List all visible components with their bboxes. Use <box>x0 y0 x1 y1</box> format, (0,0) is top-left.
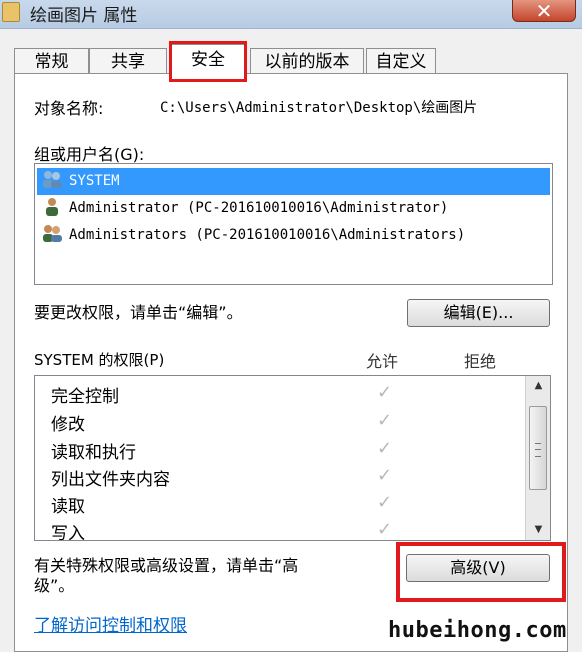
user-row-administrators[interactable]: Administrators (PC-201610010016\Administ… <box>37 222 550 249</box>
edit-button[interactable]: 编辑(E)... <box>407 299 550 327</box>
permissions-label: SYSTEM 的权限(P) <box>34 351 165 369</box>
user-name: SYSTEM <box>69 173 120 189</box>
perm-name: 修改 <box>51 415 85 435</box>
allow-check-icon: ✓ <box>377 519 393 540</box>
allow-check-icon: ✓ <box>377 492 393 513</box>
allow-check-icon: ✓ <box>377 438 393 459</box>
watermark: hubeihong.com <box>388 618 567 643</box>
user-row-system[interactable]: SYSTEM <box>37 168 550 195</box>
user-row-administrator[interactable]: Administrator (PC-201610010016\Administr… <box>37 195 550 222</box>
learn-access-control-link[interactable]: 了解访问控制和权限 <box>34 611 187 636</box>
advanced-hint-line2: 级”。 <box>34 576 75 595</box>
window-title: 绘画图片 属性 <box>30 6 138 26</box>
perm-name: 写入 <box>51 524 85 541</box>
security-tab-highlight <box>169 41 247 82</box>
close-button[interactable]: ✕ <box>512 0 576 23</box>
scroll-thumb[interactable] <box>529 406 547 490</box>
allow-check-icon: ✓ <box>377 410 393 431</box>
tab-previous-versions[interactable]: 以前的版本 <box>250 48 364 74</box>
tab-general[interactable]: 常规 <box>14 48 89 74</box>
grip-icon <box>535 443 541 457</box>
allow-check-icon: ✓ <box>377 382 393 403</box>
deny-header: 拒绝 <box>464 352 497 371</box>
scroll-down-icon[interactable]: ▼ <box>526 520 550 540</box>
group-users-icon <box>41 169 63 189</box>
scroll-up-icon[interactable]: ▲ <box>526 376 550 396</box>
groups-label: 组或用户名(G): <box>34 145 145 164</box>
user-icon <box>41 196 63 216</box>
edit-hint: 要更改权限，请单击“编辑”。 <box>34 303 243 322</box>
user-list[interactable]: SYSTEM Administrator (PC-201610010016\Ad… <box>34 163 553 285</box>
tab-customize[interactable]: 自定义 <box>366 48 436 74</box>
object-path: C:\Users\Administrator\Desktop\绘画图片 <box>160 100 478 116</box>
folder-icon <box>2 2 20 22</box>
object-name-label: 对象名称: <box>34 99 104 118</box>
advanced-button-highlight <box>396 542 566 602</box>
perm-name: 读取和执行 <box>51 443 136 463</box>
group-users-icon <box>41 223 63 243</box>
allow-header: 允许 <box>366 352 399 371</box>
user-name: Administrators (PC-201610010016\Administ… <box>69 227 466 243</box>
allow-check-icon: ✓ <box>377 465 393 486</box>
perm-name: 列出文件夹内容 <box>51 470 170 490</box>
perm-name: 完全控制 <box>51 387 119 407</box>
tab-sharing[interactable]: 共享 <box>89 48 167 74</box>
title-bar[interactable]: 绘画图片 属性 ✕ <box>0 0 582 29</box>
permissions-list[interactable]: 完全控制 ✓ 修改 ✓ 读取和执行 ✓ 列出文件夹内容 ✓ 读取 ✓ 写入 ✓ … <box>34 375 551 541</box>
user-name: Administrator (PC-201610010016\Administr… <box>69 200 449 216</box>
permissions-scrollbar[interactable]: ▲ ▼ <box>525 376 550 540</box>
perm-name: 读取 <box>51 497 85 517</box>
